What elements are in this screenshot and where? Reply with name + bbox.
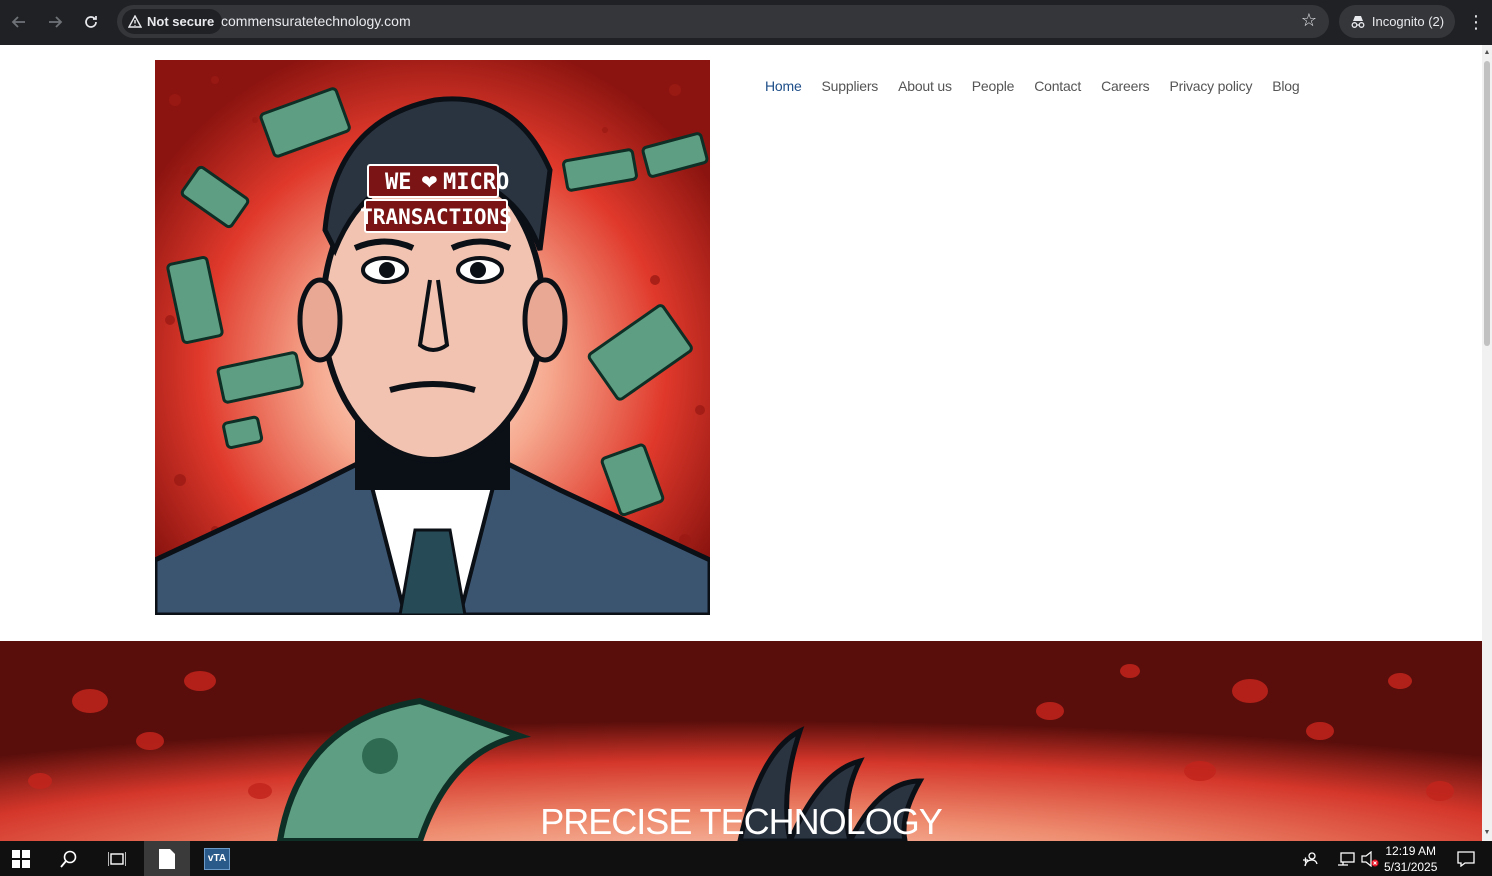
browser-toolbar: Not secure commensuratetechnology.com ☆ … (0, 0, 1492, 45)
back-button[interactable] (5, 8, 33, 36)
nav-careers[interactable]: Careers (1101, 78, 1150, 94)
scroll-up-icon[interactable]: ▲ (1483, 49, 1491, 57)
nav-contact[interactable]: Contact (1034, 78, 1081, 94)
reload-button[interactable] (77, 8, 105, 36)
incognito-profile-button[interactable]: Incognito (2) (1339, 5, 1455, 38)
arrow-right-icon (49, 16, 63, 28)
taskbar: vTA 12:19 AM 5/31/2025 (0, 841, 1492, 876)
task-view-button[interactable] (96, 841, 138, 876)
star-icon[interactable]: ☆ (1301, 10, 1317, 31)
sign-micro: MICRO (443, 170, 509, 195)
notification-icon[interactable] (1452, 841, 1480, 876)
nav-home[interactable]: Home (765, 78, 802, 94)
security-label: Not secure (147, 14, 215, 29)
clock-date: 5/31/2025 (1384, 860, 1438, 874)
sign-transactions: TRANSACTIONS (360, 205, 512, 229)
people-icon[interactable] (1296, 841, 1324, 876)
address-bar[interactable]: Not secure commensuratetechnology.com ☆ (117, 5, 1329, 38)
start-button[interactable] (0, 841, 42, 876)
nav-blog[interactable]: Blog (1272, 78, 1299, 94)
nav-about-us[interactable]: About us (898, 78, 952, 94)
hero-illustration: WE ❤ MICRO TRANSACTIONS (155, 60, 710, 615)
url-text[interactable]: commensuratetechnology.com (221, 13, 411, 29)
arrow-left-icon (11, 16, 25, 28)
incognito-icon (1351, 15, 1365, 28)
scroll-down-icon[interactable]: ▼ (1483, 829, 1491, 837)
taskbar-app-vta[interactable]: vTA (196, 841, 238, 876)
task-view-icon (108, 851, 126, 866)
banner-title: PRECISE TECHNOLOGY (540, 801, 942, 841)
main-nav: Home Suppliers About us People Contact C… (765, 78, 1300, 94)
warning-icon (128, 15, 142, 28)
heart-icon: ❤ (421, 170, 438, 194)
forward-button[interactable] (41, 8, 69, 36)
nav-suppliers[interactable]: Suppliers (822, 78, 879, 94)
taskbar-app-file[interactable] (144, 841, 190, 876)
nav-people[interactable]: People (972, 78, 1015, 94)
scrollbar-thumb[interactable] (1484, 61, 1490, 346)
hero-banner: PRECISE TECHNOLOGY (0, 641, 1482, 841)
clock-time: 12:19 AM (1385, 844, 1437, 858)
kebab-menu-icon[interactable]: ⋮ (1466, 8, 1486, 36)
incognito-label: Incognito (2) (1371, 14, 1445, 29)
page-scrollbar[interactable]: ▲ ▼ (1482, 45, 1492, 841)
search-button[interactable] (48, 841, 90, 876)
vta-app-icon: vTA (204, 847, 230, 870)
page-viewport: WE ❤ MICRO TRANSACTIONS Home Suppliers A… (0, 45, 1482, 841)
nav-privacy-policy[interactable]: Privacy policy (1169, 78, 1252, 94)
file-icon (159, 848, 175, 869)
system-clock[interactable]: 12:19 AM 5/31/2025 (1384, 843, 1437, 875)
reload-icon (85, 16, 97, 28)
windows-logo-icon (12, 849, 30, 868)
sign-we: WE (385, 170, 412, 195)
search-icon (60, 850, 77, 868)
businessman-illustration: WE ❤ MICRO TRANSACTIONS (155, 60, 710, 615)
network-icon[interactable] (1332, 841, 1360, 876)
volume-muted-icon[interactable] (1358, 841, 1382, 876)
security-chip[interactable]: Not secure (122, 9, 223, 34)
